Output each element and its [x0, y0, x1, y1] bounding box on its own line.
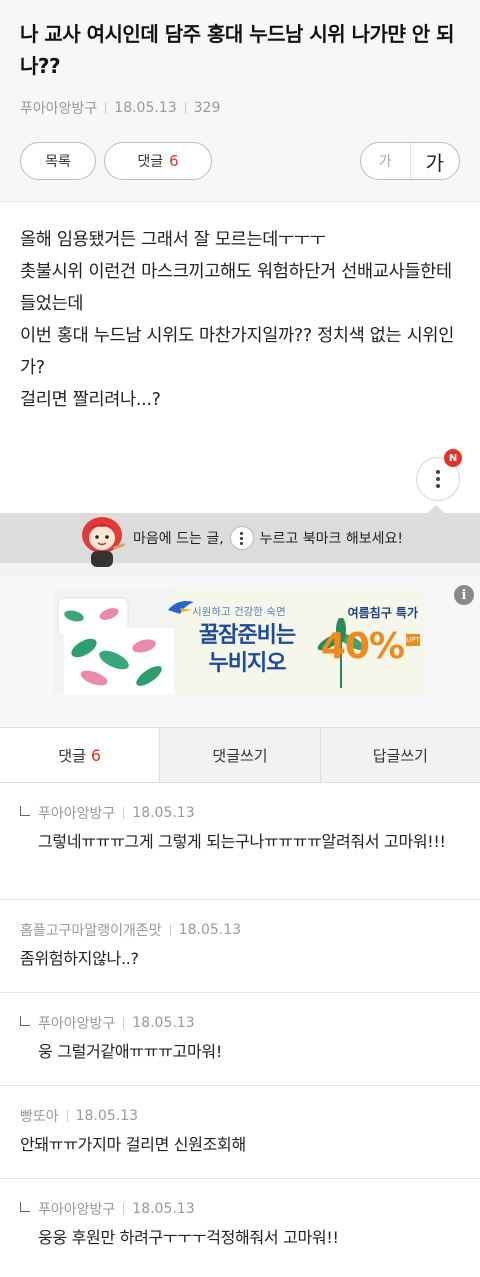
more-dot-icon [436, 477, 440, 481]
ad-percent: 40% [320, 626, 405, 667]
bedding-image [54, 588, 174, 694]
ad-upto: UPTO [406, 634, 426, 646]
post-header: 나 교사 여시인데 담주 홍대 누드남 시위 나가먄 안 되나?? 푸아아앙방구… [0, 0, 480, 202]
post-date: 18.05.13 [114, 100, 177, 116]
ad-headline: 꿀잠준비는 누비지오 [172, 622, 322, 678]
reply-arrow-icon [20, 806, 30, 816]
comment-author[interactable]: 푸아아앙방구 [38, 1013, 115, 1033]
meta-divider [123, 1017, 125, 1029]
meta-divider [169, 924, 171, 936]
comment-text: 안돼ㅠㅠ가지마 걸리면 신원조회해 [20, 1135, 246, 1154]
meta-divider [184, 102, 186, 114]
post-author[interactable]: 푸아아앙방구 [20, 98, 97, 118]
comment-text: 그렇네ㅠㅠㅠ그게 그렇게 되는구나ㅠㅠㅠㅠ알려줘서 고마워!!! [38, 832, 446, 851]
post-body-line: 걸리면 짤리려나...? [20, 390, 161, 410]
tab-comments-label: 댓글 [58, 746, 86, 765]
tab-comments-count: 6 [90, 745, 102, 765]
meta-divider [66, 1110, 68, 1122]
tab-write-reply-label: 답글쓰기 [372, 746, 428, 765]
reply-arrow-icon [20, 1202, 30, 1212]
post-body-line: 촛불시위 이런건 마스크끼고해도 워험하단거 선배교사들한테 들었는데 [20, 262, 452, 314]
tab-comments[interactable]: 댓글 6 [0, 728, 160, 782]
font-large-button[interactable]: 가 [411, 143, 460, 179]
spacer [0, 705, 480, 727]
ad-headline-line: 누비지오 [208, 651, 287, 676]
comment-text: 좀위험하지않나..? [20, 949, 139, 968]
tip-text-after: 누르고 북마크 해보세요! [259, 531, 403, 547]
tip-notch [428, 505, 444, 513]
comment-date: 18.05.13 [132, 805, 195, 821]
comment-meta: 빵또아 18.05.13 [20, 1106, 460, 1126]
tab-write-comment-label: 댓글쓰기 [212, 746, 268, 765]
more-area: N [0, 449, 480, 513]
meta-divider [105, 102, 107, 114]
comment-item: 푸아아앙방구 18.05.13 그렇네ㅠㅠㅠ그게 그렇게 되는구나ㅠㅠㅠㅠ알려줘… [0, 783, 480, 900]
comment-date: 18.05.13 [132, 1201, 195, 1217]
comment-button-label: 댓글 [137, 154, 164, 170]
more-dot-icon [436, 484, 440, 488]
comment-item: 홈플고구마말랭이개존맛 18.05.13 좀위험하지않나..? [0, 900, 480, 993]
meta-divider [123, 1203, 125, 1215]
font-small-button[interactable]: 가 [361, 143, 411, 179]
meta-divider [123, 807, 125, 819]
list-button-label: 목록 [45, 154, 71, 170]
ad-headline-line: 꿀잠준비는 [198, 623, 296, 648]
tip-text-before: 마음에 드는 글, [133, 531, 224, 547]
comment-author[interactable]: 푸아아앙방구 [38, 803, 115, 823]
post-meta: 푸아아앙방구 18.05.13 329 [20, 98, 460, 118]
post-body-line: 이번 홍대 누드남 시위도 마찬가지일까?? 정치색 없는 시위인가? [20, 326, 455, 378]
comment-meta: 푸아아앙방구 18.05.13 [20, 1013, 460, 1033]
comment-meta: 푸아아앙방구 18.05.13 [20, 803, 460, 823]
post-views: 329 [193, 100, 221, 116]
comment-date: 18.05.13 [75, 1108, 138, 1124]
post-actions: 목록 댓글 6 가 가 [20, 142, 460, 180]
comment-author[interactable]: 홈플고구마말랭이개존맛 [20, 920, 162, 940]
comment-tabs: 댓글 6 댓글쓰기 답글쓰기 [0, 727, 480, 783]
ad-creative[interactable]: 시원하고 건강한 숙면 꿀잠준비는 누비지오 여름침구 특가 40% UPTO [54, 588, 426, 694]
list-button[interactable]: 목록 [20, 142, 96, 180]
reply-arrow-icon [20, 1016, 30, 1026]
more-dot-icon [436, 470, 440, 474]
comment-meta: 푸아아앙방구 18.05.13 [20, 1199, 460, 1219]
mascot-icon [82, 517, 125, 567]
comment-author[interactable]: 빵또아 [20, 1106, 59, 1126]
tab-write-comment[interactable]: 댓글쓰기 [159, 728, 320, 782]
ad-subtitle: 시원하고 건강한 숙면 [192, 606, 286, 618]
comment-date: 18.05.13 [178, 922, 242, 938]
more-dots-icon [229, 526, 254, 550]
comment-author[interactable]: 푸아아앙방구 [38, 1199, 115, 1219]
comment-count: 6 [169, 152, 179, 170]
post-title: 나 교사 여시인데 담주 홍대 누드남 시위 나가먄 안 되나?? [20, 22, 455, 78]
post-body-line: 올해 임용됐거든 그래서 잘 모르는데ㅜㅜㅜ [20, 230, 326, 250]
comment-item: 푸아아앙방구 18.05.13 웅 그럴거같애ㅠㅠㅠ고마워! [0, 993, 480, 1086]
ad-promo: 여름침구 특가 [347, 606, 418, 620]
ad-info-icon[interactable]: i [454, 585, 474, 605]
comment-count-button[interactable]: 댓글 6 [104, 142, 212, 180]
comment-text: 웅 그럴거같애ㅠㅠㅠ고마워! [38, 1042, 222, 1061]
comment-meta: 홈플고구마말랭이개존맛 18.05.13 [20, 920, 460, 940]
new-badge: N [444, 449, 462, 467]
comment-date: 18.05.13 [132, 1015, 195, 1031]
bookmark-tip-bar: 마음에 드는 글, 누르고 북마크 해보세요! [0, 505, 480, 567]
comment-text: 웅웅 후원만 하려구ㅜㅜㅜ걱정해줘서 고마워!! [38, 1228, 339, 1247]
post-body: 올해 임용됐거든 그래서 잘 모르는데ㅜㅜㅜ 촛불시위 이런건 마스크끼고해도 … [0, 202, 480, 457]
tab-write-reply[interactable]: 답글쓰기 [319, 728, 480, 782]
font-size-toggle: 가 가 [360, 142, 460, 180]
comment-item: 빵또아 18.05.13 안돼ㅠㅠ가지마 걸리면 신원조회해 [0, 1086, 480, 1179]
ad-banner[interactable]: 시원하고 건강한 숙면 꿀잠준비는 누비지오 여름침구 특가 40% UPTO … [0, 577, 480, 705]
comment-item: 푸아아앙방구 18.05.13 웅웅 후원만 하려구ㅜㅜㅜ걱정해줘서 고마워!! [0, 1179, 480, 1272]
spacer [0, 563, 480, 577]
